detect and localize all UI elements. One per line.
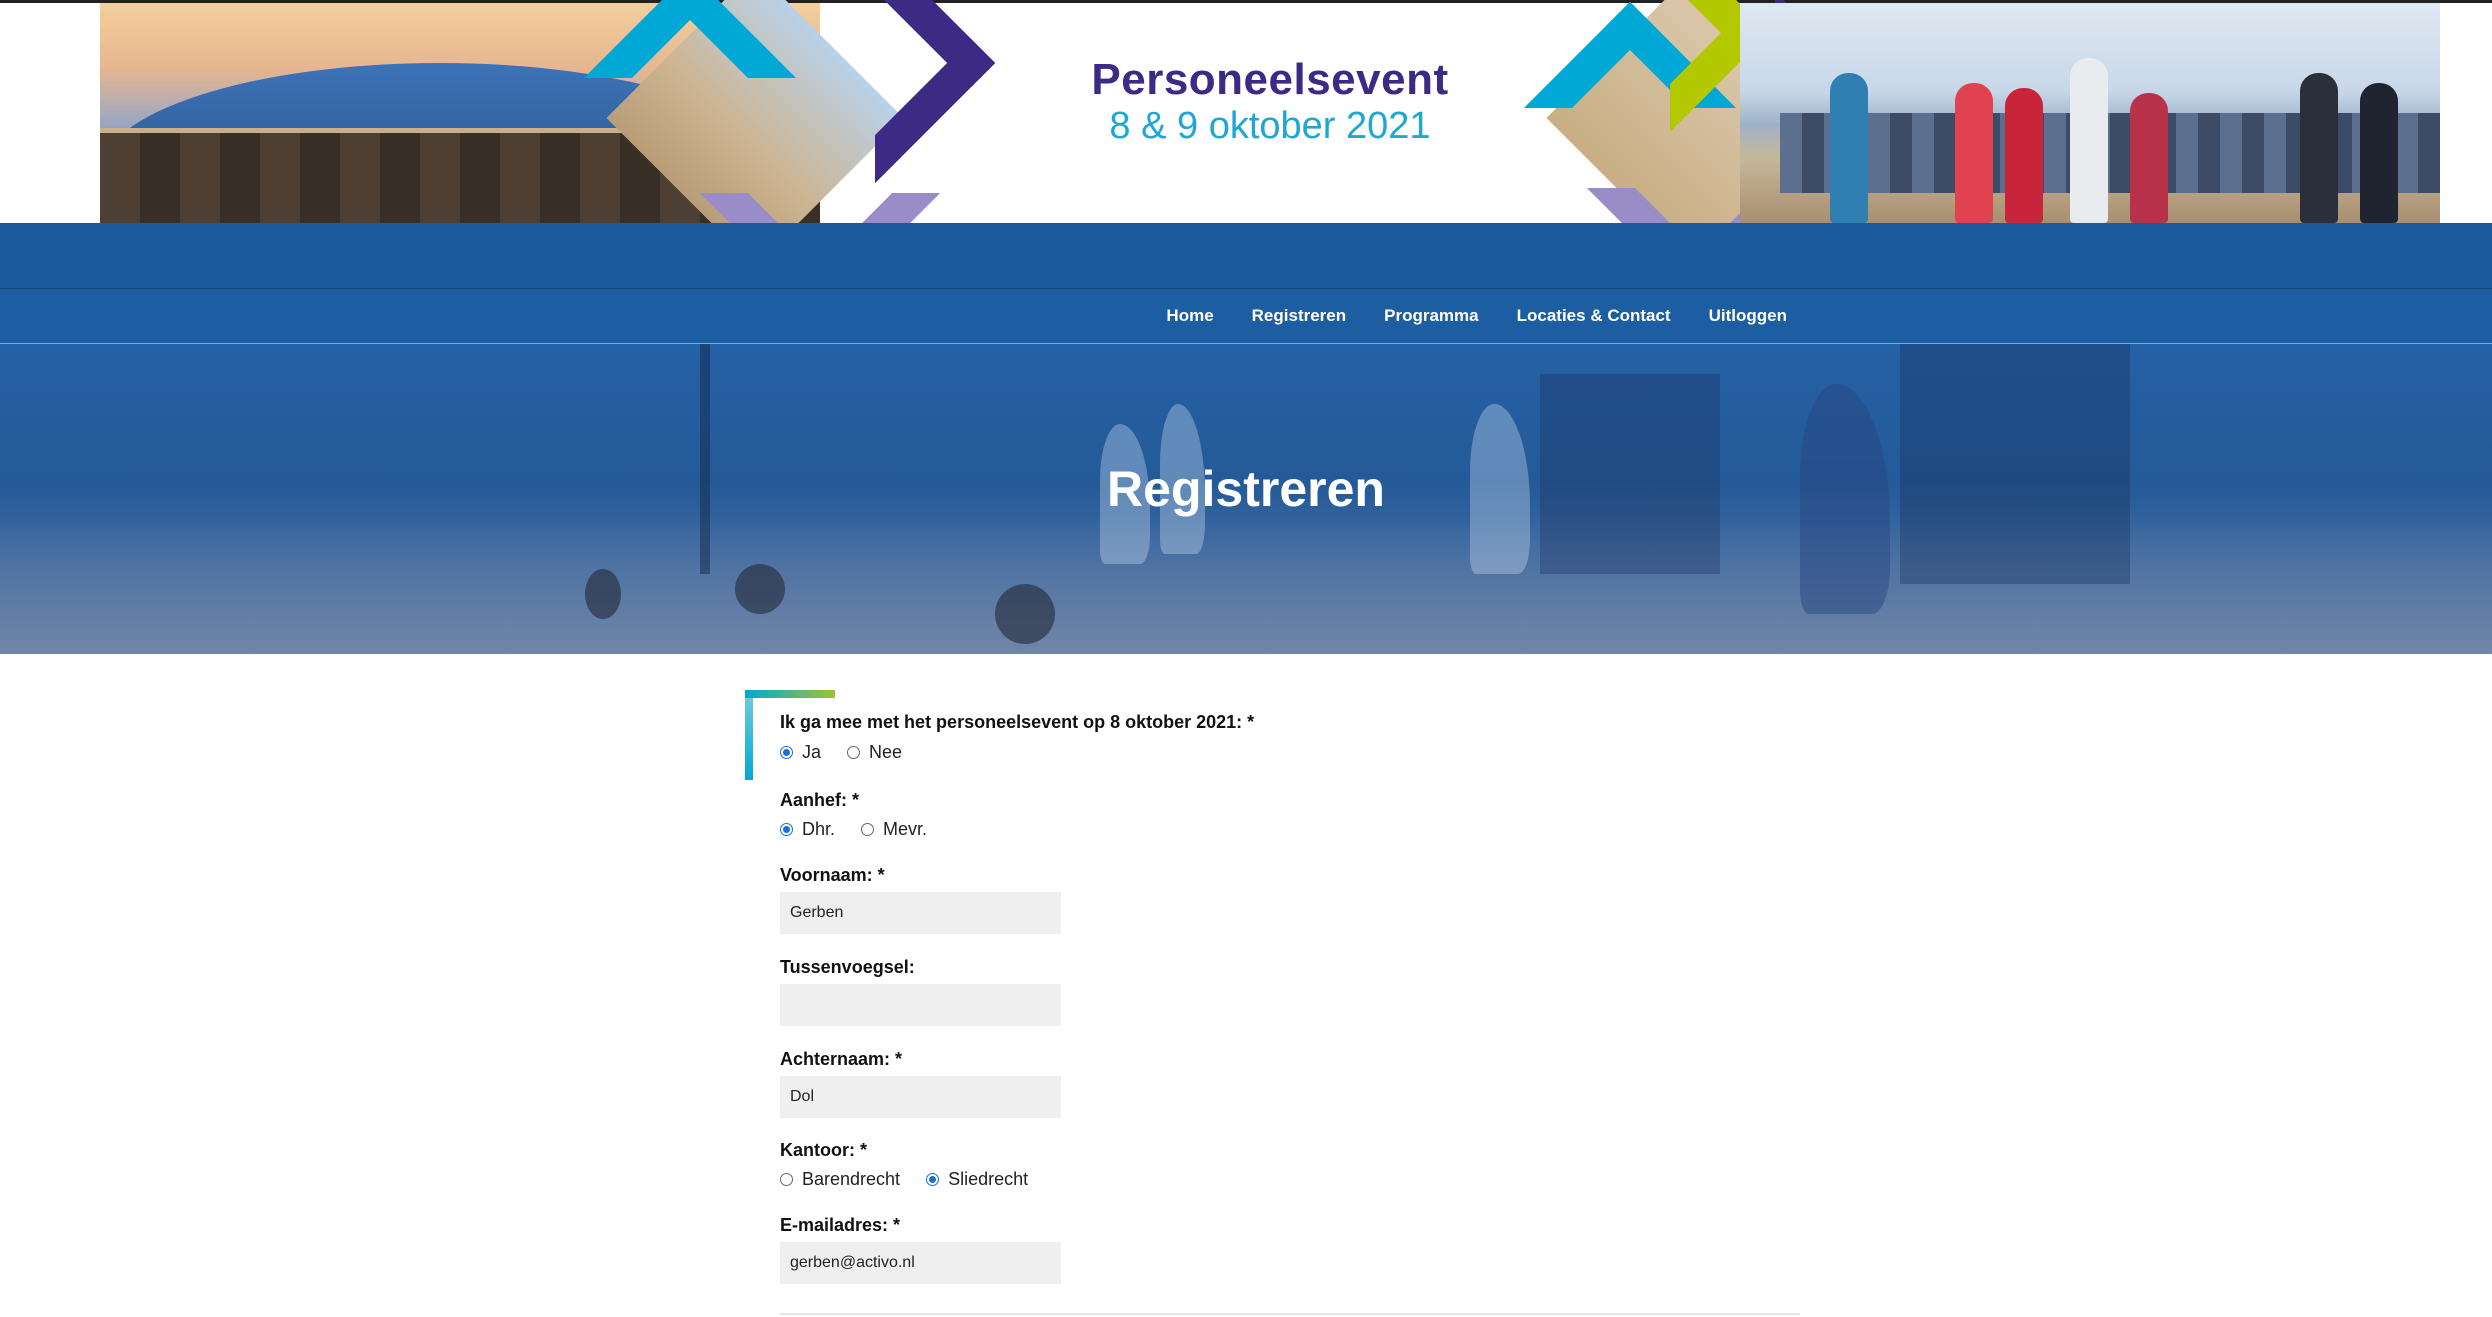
salutation-label: Aanhef: *	[780, 790, 860, 810]
radio-mevr[interactable]	[861, 823, 875, 836]
page-title: Registreren	[1107, 461, 1385, 517]
last-name-field[interactable]: Dol	[780, 1076, 1061, 1118]
attend-options: Ja Nee	[780, 742, 928, 763]
office-options: Barendrecht Sliedrecht	[780, 1169, 1054, 1190]
salutation-option-mevr[interactable]: Mevr.	[861, 819, 927, 840]
attend-option-nee[interactable]: Nee	[847, 742, 902, 763]
event-title: Personeelsevent	[1091, 55, 1449, 104]
form-divider	[780, 1313, 1800, 1315]
first-name-field[interactable]: Gerben	[780, 892, 1061, 934]
header-band	[0, 223, 2492, 289]
office-option-barendrecht[interactable]: Barendrecht	[780, 1169, 900, 1190]
main-navigation: Home Registreren Programma Locaties & Co…	[0, 289, 2492, 344]
first-name-label: Voornaam: *	[780, 865, 885, 885]
attend-label: Ik ga mee met het personeelsevent op 8 o…	[780, 712, 1255, 732]
infix-label: Tussenvoegsel:	[780, 957, 915, 977]
nav-registreren[interactable]: Registreren	[1252, 306, 1346, 326]
header-banner: Personeelsevent 8 & 9 oktober 2021	[0, 0, 2492, 314]
hero-banner: Registreren	[0, 344, 2492, 654]
nav-home[interactable]: Home	[1166, 306, 1213, 326]
radio-nee[interactable]	[847, 746, 861, 759]
office-label: Kantoor: *	[780, 1140, 867, 1160]
attend-option-ja[interactable]: Ja	[780, 742, 821, 763]
form-accent-bar	[745, 690, 753, 780]
nav-uitloggen[interactable]: Uitloggen	[1709, 306, 1787, 326]
salutation-options: Dhr. Mevr.	[780, 819, 953, 840]
radio-sliedrecht[interactable]	[926, 1173, 940, 1186]
email-label: E-mailadres: *	[780, 1215, 901, 1235]
email-field[interactable]: gerben@activo.nl	[780, 1242, 1061, 1284]
nav-locaties-contact[interactable]: Locaties & Contact	[1517, 306, 1671, 326]
salutation-option-dhr[interactable]: Dhr.	[780, 819, 835, 840]
office-option-sliedrecht[interactable]: Sliedrecht	[926, 1169, 1028, 1190]
radio-barendrecht[interactable]	[780, 1173, 793, 1186]
radio-ja[interactable]	[780, 746, 793, 759]
team-beach-photo	[1740, 3, 2440, 223]
infix-field[interactable]	[780, 984, 1061, 1026]
nav-programma[interactable]: Programma	[1384, 306, 1478, 326]
form-accent-line	[745, 690, 835, 698]
event-date: 8 & 9 oktober 2021	[1109, 105, 1431, 147]
radio-dhr[interactable]	[780, 823, 793, 836]
last-name-label: Achternaam: *	[780, 1049, 903, 1069]
